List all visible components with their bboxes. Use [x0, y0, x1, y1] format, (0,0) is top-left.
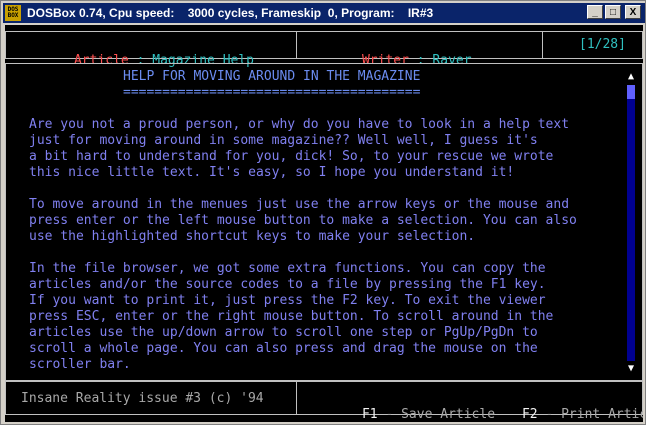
print-article-hint[interactable]: F2 - Print Article	[475, 391, 643, 422]
article-line: articles use the up/down arrow to scroll…	[29, 325, 538, 340]
header-divider	[296, 31, 297, 59]
article-line: In the file browser, we got some extra f…	[29, 261, 546, 276]
article-line: press enter or the left mouse button to …	[29, 213, 577, 228]
article-line: this nice little text. It's easy, so I h…	[29, 165, 515, 180]
article-line	[29, 181, 619, 197]
f2-key: F2	[521, 407, 538, 422]
f2-label: - Print Article	[545, 407, 643, 422]
article-body[interactable]: HELP FOR MOVING AROUND IN THE MAGAZINE =…	[29, 69, 619, 379]
article-line: Are you not a proud person, or why do yo…	[29, 117, 570, 132]
article-line: a bit hard to understand for you, dick! …	[29, 149, 554, 164]
article-line: If you want to print it, just press the …	[29, 293, 546, 308]
article-heading: HELP FOR MOVING AROUND IN THE MAGAZINE	[123, 69, 421, 84]
article-heading-underline: ======================================	[123, 85, 421, 100]
article-line: articles and/or the source codes to a fi…	[29, 277, 546, 292]
article-scrollbar[interactable]: ▲ ▼	[625, 71, 637, 375]
scroll-down-arrow-icon[interactable]: ▼	[625, 363, 637, 375]
window-title: DOSBox 0.74, Cpu speed: 3000 cycles, Fra…	[27, 6, 434, 20]
article-line: use the highlighted shortcut keys to mak…	[29, 229, 476, 244]
footer-divider	[296, 381, 297, 415]
article-line	[29, 245, 619, 261]
minimize-button[interactable]: _	[587, 5, 603, 19]
article-line: press ESC, enter or the right mouse butt…	[29, 309, 554, 324]
title-bar[interactable]: DOS BOX DOSBox 0.74, Cpu speed: 3000 cyc…	[3, 3, 645, 23]
page-indicator: [1/28]	[579, 37, 626, 52]
header-divider	[542, 31, 543, 59]
scroll-thumb[interactable]	[627, 85, 635, 99]
article-line: To move around in the menues just use th…	[29, 197, 570, 212]
article-line: scroller bar.	[29, 357, 131, 372]
maximize-button[interactable]: □	[605, 5, 621, 19]
f1-key: F1	[361, 407, 378, 422]
close-button[interactable]: X	[625, 5, 641, 19]
dosbox-window: DOS BOX DOSBox 0.74, Cpu speed: 3000 cyc…	[0, 0, 646, 425]
scroll-track[interactable]	[627, 85, 635, 361]
scroll-up-arrow-icon[interactable]: ▲	[625, 71, 637, 83]
dos-screen[interactable]: Article : Magazine Help Writer : Raver […	[5, 25, 643, 422]
article-line: scroll a whole page. You can also press …	[29, 341, 538, 356]
article-line: just for moving around in some magazine?…	[29, 133, 538, 148]
dosbox-app-icon[interactable]: DOS BOX	[5, 5, 21, 21]
issue-info: Insane Reality issue #3 (c) '94	[21, 391, 264, 406]
save-article-hint[interactable]: F1 - Save Article	[315, 391, 495, 422]
window-controls: _ □ X	[587, 5, 641, 19]
